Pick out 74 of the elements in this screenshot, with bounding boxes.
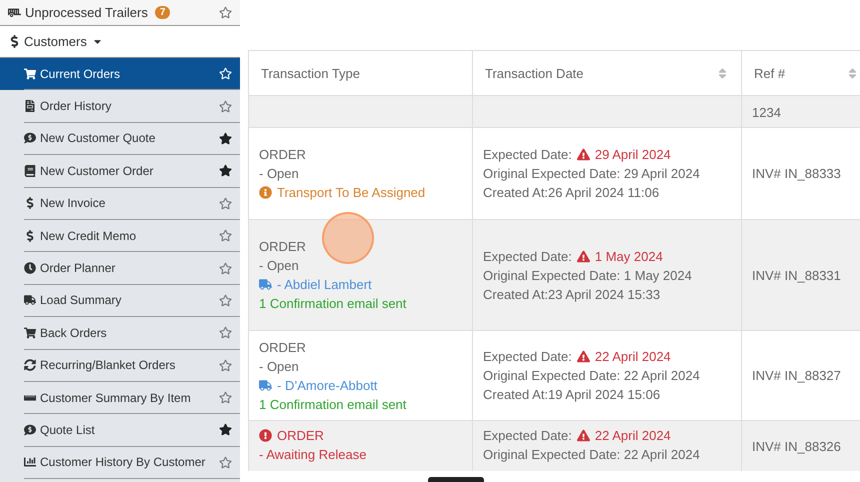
- warning-icon: [576, 350, 590, 363]
- truck-icon: [259, 278, 272, 291]
- star-icon[interactable]: [219, 294, 232, 307]
- original-date: Original Expected Date: 29 April 2024: [483, 165, 701, 182]
- cart-icon: [24, 326, 36, 339]
- column-title: Transaction Date: [485, 66, 584, 80]
- dollar-icon: [24, 197, 36, 210]
- status-text: - Awaiting Release: [259, 446, 368, 463]
- email-status: 1 Confirmation email sent: [259, 396, 408, 412]
- star-icon[interactable]: [219, 67, 232, 80]
- original-date: Original Expected Date: 1 May 2024: [483, 266, 693, 284]
- filled-star-icon[interactable]: [219, 132, 232, 145]
- sort-icon[interactable]: [846, 66, 859, 80]
- star-icon[interactable]: [219, 262, 232, 275]
- count-badge: 7: [154, 6, 170, 19]
- ref-text: INV# IN_88326: [752, 438, 842, 455]
- trailer-icon: [8, 6, 21, 19]
- star-icon[interactable]: [219, 196, 232, 210]
- warning-icon: [576, 148, 590, 161]
- speech-bubble-icon: [24, 132, 36, 144]
- status-text: - Open: [259, 358, 300, 374]
- original-date: Original Expected Date: 22 April 2024: [483, 367, 701, 384]
- sort-icon[interactable]: [716, 66, 729, 80]
- transaction-type: ORDER: [259, 338, 307, 356]
- star-icon[interactable]: [219, 358, 232, 372]
- dollar-icon: [8, 35, 21, 48]
- transaction-type: ORDER: [259, 427, 462, 444]
- truck-icon: [259, 378, 272, 392]
- dollar-icon: [24, 230, 36, 242]
- ref-text: INV# IN_88327: [752, 367, 842, 384]
- expected-date: Expected Date: 22 April 2024: [483, 348, 672, 365]
- ref-text: INV# IN_88333: [752, 165, 842, 182]
- alert-icon: [259, 429, 272, 442]
- expected-date: Expected Date: 22 April 2024: [483, 427, 672, 444]
- star-icon[interactable]: [219, 6, 232, 19]
- warning-icon: [576, 429, 590, 442]
- warning-icon: [576, 250, 590, 262]
- column-title: Transaction Type: [261, 66, 360, 80]
- touch-indicator: [322, 212, 374, 264]
- speech-bubble-icon: [24, 424, 36, 436]
- ref-text: INV# IN_88331: [752, 266, 842, 284]
- document-icon: [24, 100, 36, 112]
- info-icon: [259, 186, 272, 199]
- book-icon: [24, 164, 36, 177]
- sidebar-item[interactable]: Unprocessed Trailers 7: [0, 0, 240, 26]
- created-date: Created At:23 April 2024 15:33: [483, 286, 662, 302]
- ref-text: 1234: [752, 104, 782, 121]
- star-icon[interactable]: [219, 456, 232, 469]
- bar-chart-icon: [24, 456, 36, 468]
- truck-icon: [24, 294, 36, 306]
- section-header[interactable]: Customers: [0, 26, 240, 58]
- transport-status: Transport To Be Assigned: [259, 184, 462, 201]
- original-date: Original Expected Date: 22 April 2024: [483, 446, 701, 463]
- star-icon[interactable]: [219, 326, 232, 340]
- status-text: - Open: [259, 257, 300, 274]
- transaction-type: ORDER: [259, 238, 307, 255]
- cart-icon: [24, 68, 36, 80]
- sidebar-item[interactable]: Current Orders: [0, 58, 240, 90]
- filled-star-icon[interactable]: [219, 164, 232, 178]
- expected-date: Expected Date: 1 May 2024: [483, 248, 664, 264]
- expected-date: Expected Date: 29 April 2024: [483, 146, 672, 163]
- refresh-icon: [24, 359, 36, 372]
- email-status: 1 Confirmation email sent: [259, 295, 408, 312]
- filled-star-icon[interactable]: [219, 423, 232, 436]
- clock-icon: [24, 262, 36, 274]
- star-icon[interactable]: [219, 229, 232, 242]
- carrier-link[interactable]: - D’Amore-Abbott: [259, 376, 462, 394]
- column-title: Ref #: [754, 66, 786, 80]
- transaction-type: ORDER: [259, 146, 307, 163]
- star-icon[interactable]: [219, 100, 232, 113]
- status-text: - Open: [259, 165, 300, 182]
- created-date: Created At:26 April 2024 11:06: [483, 184, 660, 201]
- created-date: Created At:19 April 2024 15:06: [483, 386, 662, 403]
- star-icon[interactable]: [219, 391, 232, 404]
